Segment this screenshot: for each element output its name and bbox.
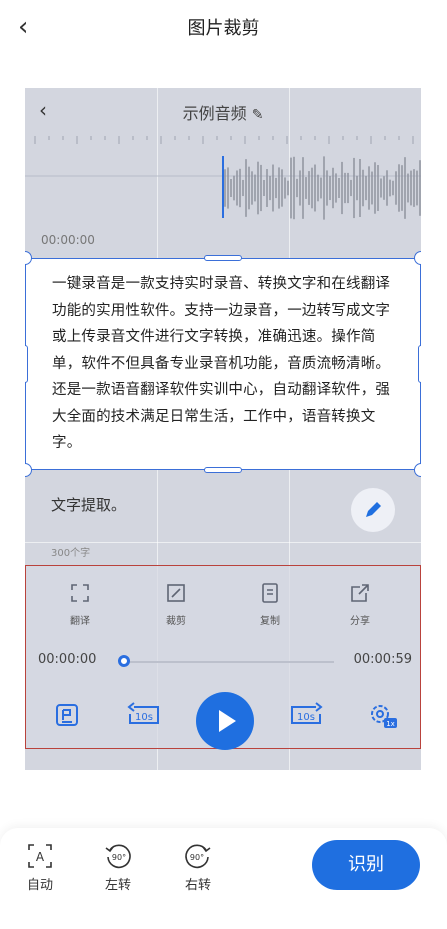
preview-tool-copy: 复制	[240, 582, 300, 627]
preview-extract-label: 文字提取。	[51, 496, 127, 514]
translate-icon	[69, 582, 91, 604]
crop-canvas[interactable]: ‹ 示例音频 ✎ 00:00:00 一键录音是一款支持实时录音、转换文字和在线翻…	[25, 88, 421, 770]
settings-speed-icon: 1x	[366, 700, 398, 734]
top-bar: ‹ 图片裁剪	[0, 0, 447, 60]
crop-handle-right[interactable]	[418, 345, 421, 383]
skip-forward-icon: 10s	[286, 702, 326, 732]
crop-icon	[165, 582, 187, 604]
auto-button[interactable]: A 自动	[12, 842, 68, 893]
rotate-left-label: 左转	[104, 878, 131, 893]
edit-pencil-icon: ✎	[251, 107, 264, 123]
preview-progress-track	[124, 661, 334, 663]
skip-back-icon: 10s	[124, 702, 164, 732]
share-icon	[349, 582, 371, 604]
preview-tool-panel: 翻译 裁剪 复制 分享 00:00:00 00:00:59 10s 10s 1x	[25, 565, 421, 750]
rotate-right-button[interactable]: 90° 右转	[170, 842, 226, 893]
preview-progress-thumb	[118, 655, 130, 667]
recognize-button[interactable]: 识别	[312, 840, 420, 890]
crop-handle-top-right[interactable]	[414, 251, 421, 265]
rotate-right-icon: 90°	[184, 842, 212, 870]
grid-line	[25, 542, 421, 543]
preview-edit-icon	[351, 488, 395, 532]
page-title: 图片裁剪	[187, 18, 260, 39]
crop-handle-bottom-right[interactable]	[414, 463, 421, 477]
crop-handle-left[interactable]	[25, 345, 28, 383]
preview-char-count: 300个字	[51, 548, 91, 559]
preview-tool-share: 分享	[330, 582, 390, 627]
rotate-left-icon: 90°	[104, 842, 132, 870]
skip-back-label: 10s	[135, 712, 153, 723]
crop-handle-top[interactable]	[204, 255, 242, 261]
waveform	[25, 136, 421, 220]
preview-tool-translate: 翻译	[50, 582, 110, 627]
auto-detect-icon: A	[26, 842, 54, 870]
rotate-left-glyph: 90°	[112, 853, 126, 862]
speed-label: 1x	[386, 720, 395, 728]
rotate-left-button[interactable]: 90° 左转	[90, 842, 146, 893]
rotate-right-label: 右转	[184, 878, 211, 893]
preview-time: 00:00:00	[41, 233, 95, 247]
crop-box[interactable]: 一键录音是一款支持实时录音、转换文字和在线翻译功能的实用性软件。支持一边录音，一…	[25, 258, 421, 470]
preview-app-title: 示例音频 ✎	[182, 104, 264, 123]
preview-current-time: 00:00:00	[38, 652, 97, 667]
transcript-icon	[54, 702, 80, 732]
auto-glyph: A	[36, 850, 45, 864]
preview-play-icon	[196, 692, 254, 750]
crop-handle-bottom[interactable]	[204, 467, 242, 473]
preview-tool-crop: 裁剪	[146, 582, 206, 627]
bottom-toolbar: A 自动 90° 左转 90° 右转 识别	[0, 828, 447, 929]
rotate-right-glyph: 90°	[190, 853, 204, 862]
copy-icon	[259, 582, 281, 604]
crop-text: 一键录音是一款支持实时录音、转换文字和在线翻译功能的实用性软件。支持一边录音，一…	[52, 276, 391, 451]
preview-total-time: 00:00:59	[353, 652, 412, 667]
skip-forward-label: 10s	[297, 712, 315, 723]
auto-label: 自动	[26, 878, 53, 893]
